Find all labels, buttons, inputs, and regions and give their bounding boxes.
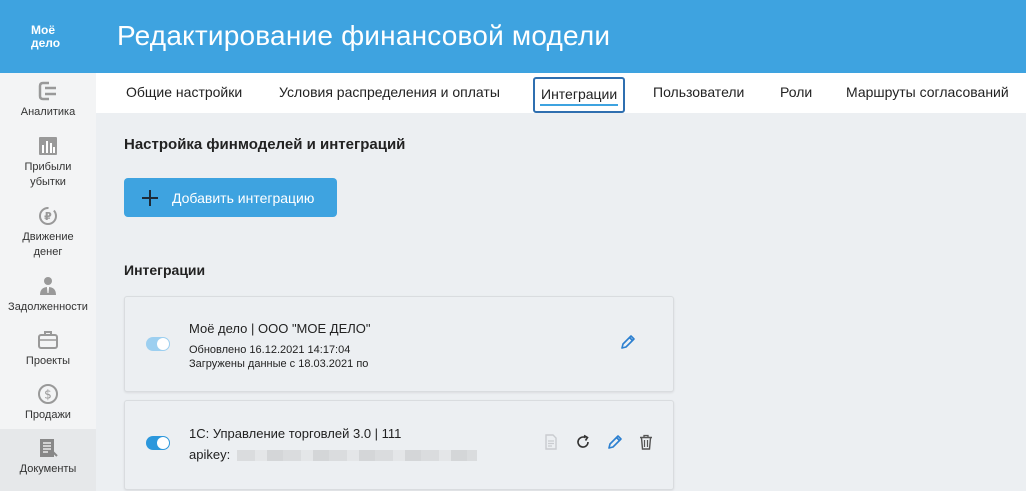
trash-icon[interactable] [637, 433, 655, 451]
logo-line1: Моё [31, 22, 55, 37]
sidebar-item-sales[interactable]: $ Продажи [0, 383, 96, 423]
plus-icon [142, 189, 158, 206]
sidebar-item-label-line2: убытки [30, 176, 66, 188]
sidebar-item-label-line1: Движение [22, 231, 74, 243]
analytics-icon [37, 80, 59, 102]
sidebar-item-label-line2: денег [33, 246, 63, 258]
document-icon[interactable] [542, 433, 560, 451]
integration-updated: Обновлено 16.12.2021 14:17:04 [189, 344, 351, 356]
tab-roles[interactable]: Роли [780, 73, 812, 113]
tabs-bar: Общие настройки Условия распределения и … [96, 73, 1026, 113]
integrations-heading: Интеграции [124, 262, 206, 278]
ruble-cycle-icon: ₽ [37, 205, 59, 227]
svg-text:₽: ₽ [44, 210, 52, 223]
sidebar: Аналитика Прибыли убытки ₽ Движение дене… [0, 73, 96, 491]
debtor-person-icon [37, 275, 59, 297]
svg-text:$: $ [44, 388, 52, 402]
refresh-icon[interactable] [574, 433, 592, 451]
tab-users[interactable]: Пользователи [653, 73, 744, 113]
sidebar-item-projects[interactable]: Проекты [0, 329, 96, 369]
bar-chart-icon [37, 135, 59, 157]
sidebar-item-label: Проекты [25, 355, 71, 367]
add-integration-button[interactable]: Добавить интеграцию [124, 178, 337, 217]
app-header: Моё дело Редактирование финансовой модел… [0, 0, 1026, 73]
logo-line2: дело [31, 35, 61, 50]
sidebar-item-label: Продажи [25, 409, 71, 421]
sidebar-item-label-line1: Прибыли [24, 161, 72, 173]
integration-toggle[interactable] [146, 436, 170, 450]
tab-integrations[interactable]: Интеграции [533, 77, 626, 113]
apikey-value-masked [237, 450, 477, 461]
page-title: Редактирование финансовой модели [117, 20, 611, 51]
dollar-coin-icon: $ [37, 383, 59, 405]
edit-icon[interactable] [606, 433, 624, 451]
section-title: Настройка финмоделей и интеграций [124, 136, 406, 153]
integration-loaded-range: Загружены данные с 18.03.2021 по [189, 358, 369, 370]
sidebar-item-profit-loss[interactable]: Прибыли убытки [0, 135, 96, 190]
edit-icon[interactable] [619, 333, 637, 351]
apikey-label: apikey: [189, 447, 231, 462]
active-tab-underline [540, 104, 619, 106]
integration-name: 1С: Управление торговлей 3.0 | 111 [189, 426, 402, 441]
sidebar-item-debts[interactable]: Задолженности [0, 275, 96, 315]
sidebar-item-label: Документы [19, 463, 77, 475]
sidebar-item-documents[interactable]: Документы [0, 429, 96, 491]
tab-label: Интеграции [541, 86, 618, 102]
integration-toggle[interactable] [146, 337, 170, 351]
sidebar-item-cash-flow[interactable]: ₽ Движение денег [0, 205, 96, 260]
integration-name: Моё дело | ООО "МОЕ ДЕЛО" [189, 321, 371, 336]
toggle-knob [157, 338, 169, 350]
tab-distribution-payment[interactable]: Условия распределения и оплаты [279, 73, 500, 113]
tab-approval-routes[interactable]: Маршруты согласований [846, 73, 1009, 113]
add-integration-label: Добавить интеграцию [172, 189, 315, 206]
documents-icon [37, 437, 59, 459]
sidebar-item-label: Задолженности [8, 301, 88, 313]
logo[interactable]: Моё дело [0, 0, 96, 73]
toggle-knob [157, 437, 169, 449]
sidebar-item-label: Аналитика [20, 106, 76, 118]
tab-general-settings[interactable]: Общие настройки [126, 73, 242, 113]
sidebar-item-analytics[interactable]: Аналитика [0, 80, 96, 120]
briefcase-icon [37, 329, 59, 351]
